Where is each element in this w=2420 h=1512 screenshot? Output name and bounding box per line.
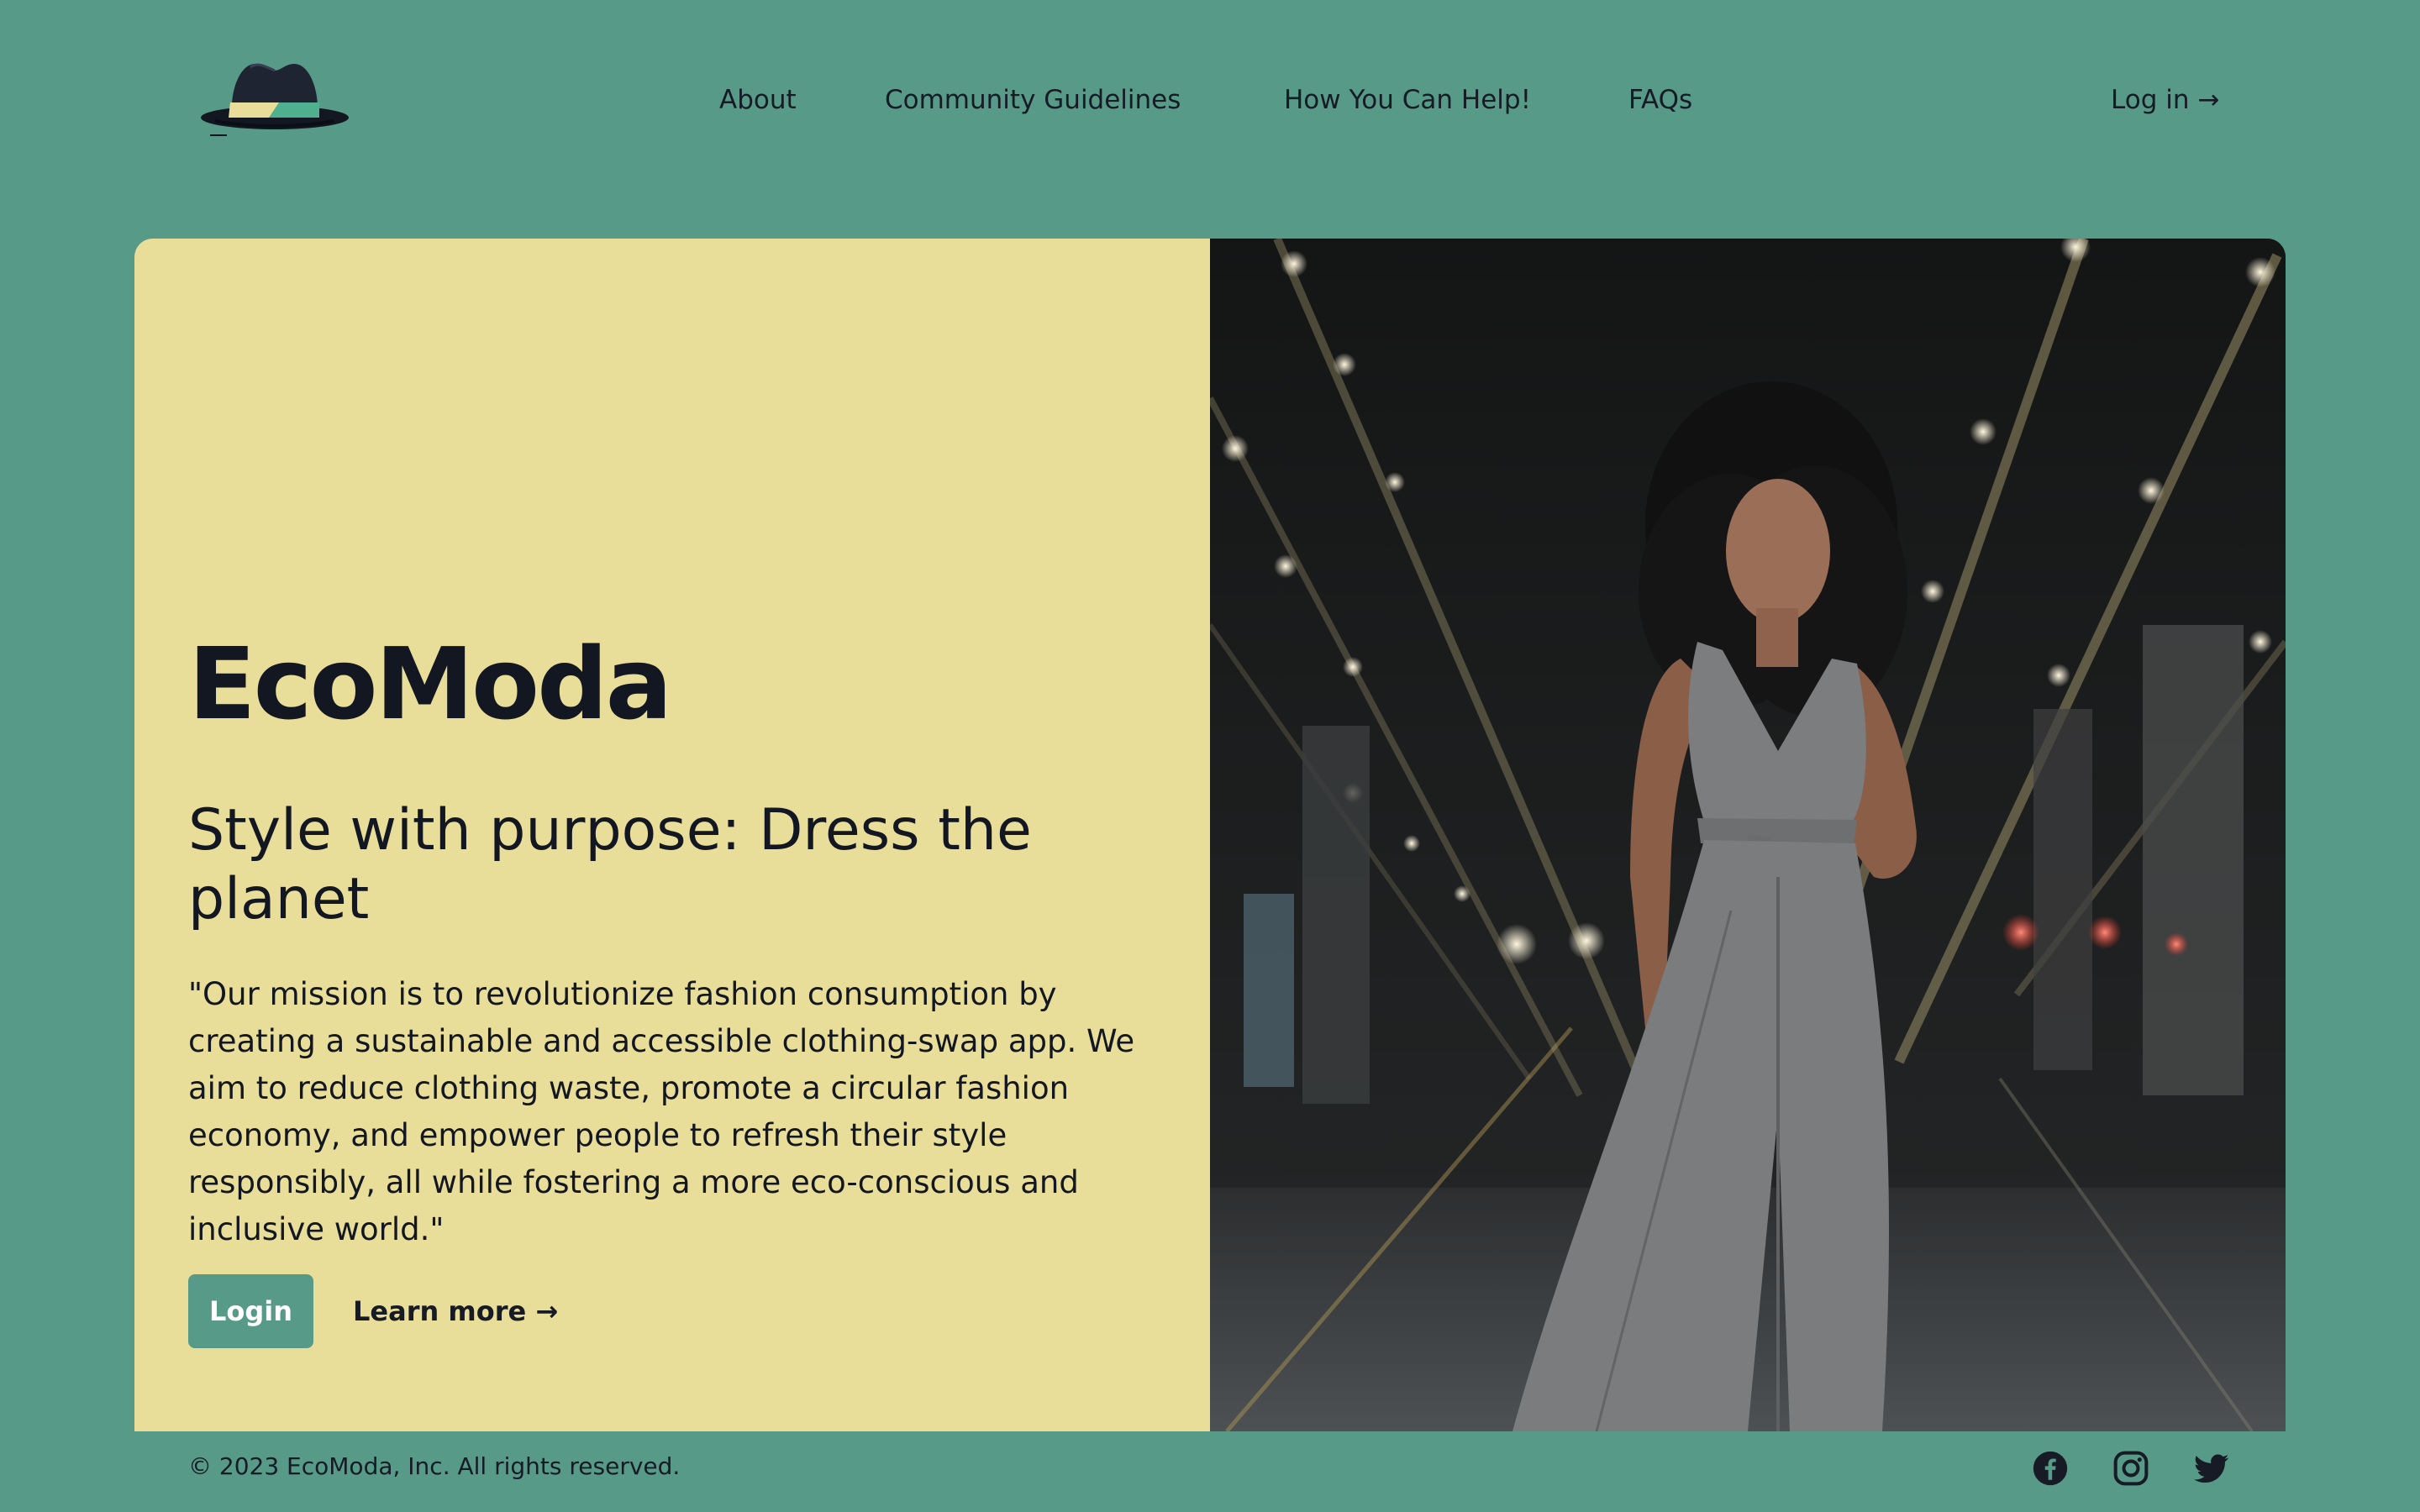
instagram-icon[interactable] xyxy=(2112,1450,2149,1487)
hero-image xyxy=(1210,239,2286,1431)
hero-section: EcoModa Style with purpose: Dress the pl… xyxy=(134,239,2286,1431)
site-header: About Community Guidelines How You Can H… xyxy=(0,0,2420,198)
learn-more-link[interactable]: Learn more → xyxy=(353,1289,558,1334)
site-footer: © 2023 EcoModa, Inc. All rights reserved… xyxy=(0,1431,2420,1512)
mission-statement: "Our mission is to revolutionize fashion… xyxy=(188,976,1135,1247)
header-login-link[interactable]: Log in → xyxy=(2111,77,2219,123)
hero-text-panel: EcoModa Style with purpose: Dress the pl… xyxy=(134,239,1210,1431)
hero-subtitle: Style with purpose: Dress the planet xyxy=(188,797,1032,932)
copyright-text: © 2023 EcoModa, Inc. All rights reserved… xyxy=(188,1452,681,1480)
facebook-icon[interactable] xyxy=(2032,1450,2069,1487)
nav-how-you-can-help[interactable]: How You Can Help! xyxy=(1284,77,1531,123)
nav-about[interactable]: About xyxy=(719,77,797,123)
twitter-icon[interactable] xyxy=(2193,1450,2230,1487)
nav-community-guidelines[interactable]: Community Guidelines xyxy=(885,77,1181,123)
nav-faqs[interactable]: FAQs xyxy=(1628,77,1692,123)
hero-title: EcoModa xyxy=(188,626,672,742)
woman-in-jumpsuit-photo xyxy=(1210,239,2286,1431)
login-button[interactable]: Login xyxy=(188,1274,313,1348)
main-nav: About Community Guidelines How You Can H… xyxy=(0,77,2420,123)
